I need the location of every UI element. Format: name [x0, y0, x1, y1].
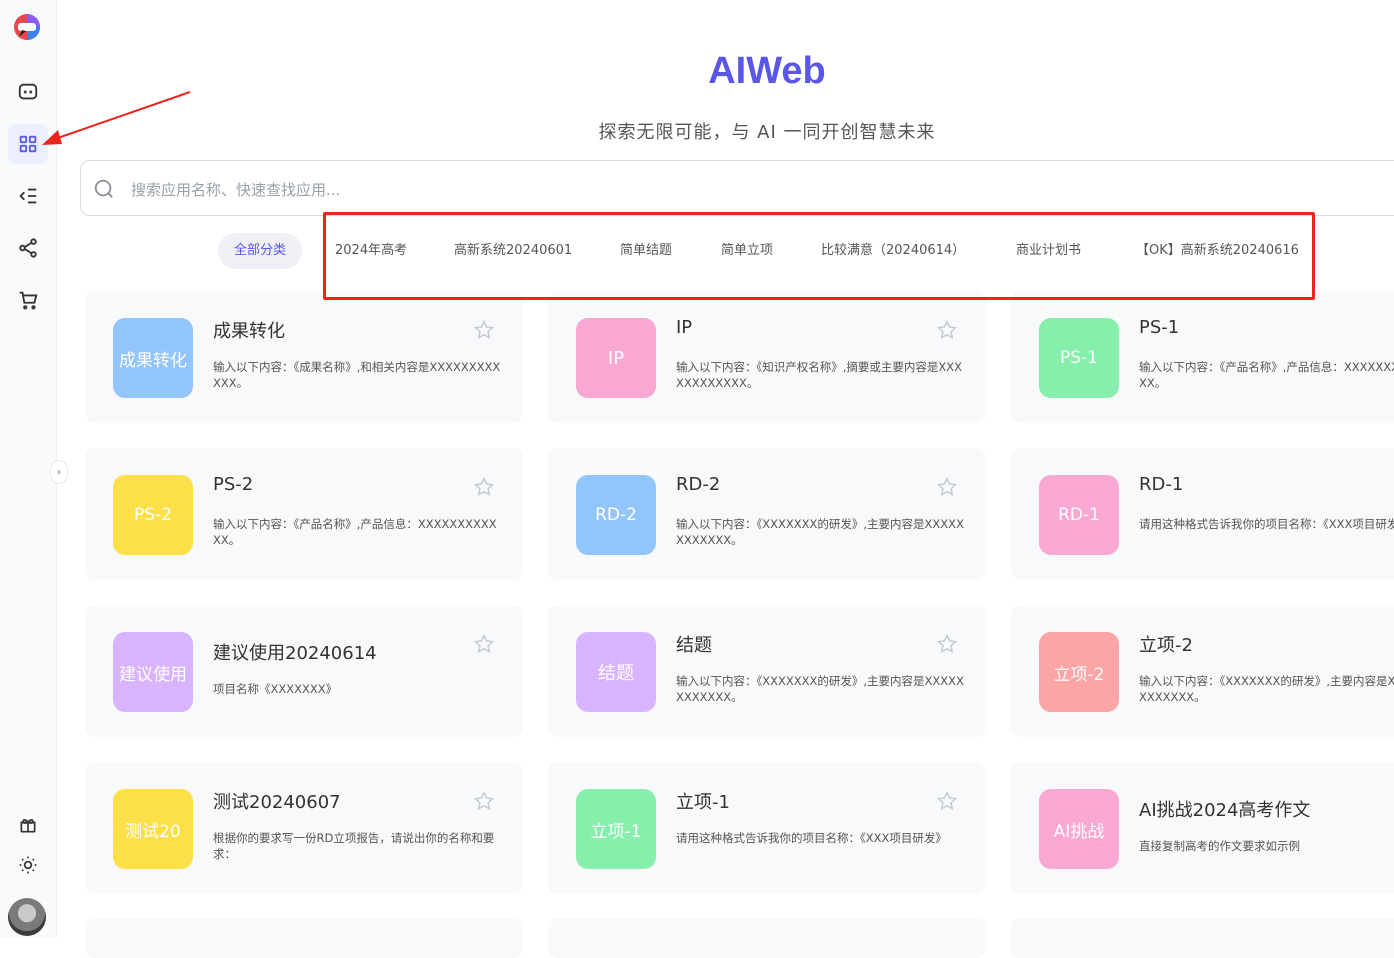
- app-name: 测试20240607: [213, 792, 341, 813]
- app-card[interactable]: [1011, 918, 1394, 958]
- app-name: IP: [676, 317, 693, 338]
- app-badge: 建议使用: [113, 632, 193, 712]
- favorite-star-icon[interactable]: [473, 319, 495, 341]
- tab-satisfied-20240614[interactable]: 比较满意（20240614）: [821, 233, 965, 269]
- tab-all[interactable]: 全部分类: [218, 233, 303, 269]
- tab-simple-project[interactable]: 简单立项: [721, 233, 773, 269]
- gift-button[interactable]: [8, 805, 48, 845]
- app-card[interactable]: 测试20 测试20240607 根据你的要求写一份RD立项报告，请说出你的名称和要求…: [85, 762, 523, 894]
- app-description: 输入以下内容：《XXXXXXX的研发》,主要内容是XXXXXXXXXXXX。: [676, 517, 964, 547]
- app-badge: 成果转化: [113, 318, 193, 398]
- app-name: AI挑战2024高考作文: [1139, 800, 1311, 821]
- favorite-star-icon[interactable]: [473, 790, 495, 812]
- app-logo[interactable]: [12, 12, 42, 42]
- page-title: AIWeb: [708, 50, 826, 92]
- search-bar: [80, 160, 1394, 216]
- app-name: PS-1: [1139, 317, 1180, 338]
- app-description: 输入以下内容：《产品名称》,产品信息：XXXXXXXXXXXX。: [213, 517, 497, 547]
- app-name: 立项-1: [676, 792, 730, 813]
- favorite-star-icon[interactable]: [936, 633, 958, 655]
- tab-simple-closing[interactable]: 简单结题: [620, 233, 672, 269]
- search-input[interactable]: [129, 175, 1033, 205]
- favorite-star-icon[interactable]: [473, 476, 495, 498]
- app-badge: IP: [576, 318, 656, 398]
- cart-nav-button[interactable]: [8, 280, 48, 320]
- app-description: 输入以下内容：《产品名称》,产品信息：XXXXXXXXXXXX。: [1139, 360, 1394, 390]
- app-name: 成果转化: [213, 321, 285, 342]
- app-card[interactable]: 建议使用 建议使用20240614 项目名称《XXXXXXX》: [85, 605, 523, 737]
- app-name: 建议使用20240614: [213, 643, 377, 664]
- page-subtitle: 探索无限可能，与 AI 一同开创智慧未来: [598, 122, 936, 143]
- app-badge: PS-1: [1039, 318, 1119, 398]
- tab-gaoxin-20240601[interactable]: 高新系统20240601: [454, 233, 572, 269]
- app-card[interactable]: [85, 918, 523, 958]
- sidebar-collapse-toggle[interactable]: ›: [50, 460, 68, 484]
- app-card[interactable]: 立项-1 立项-1 请用这种格式告诉我你的项目名称：《XXX项目研发》: [548, 762, 986, 894]
- tab-ok-gaoxin-20240616[interactable]: 【OK】高新系统20240616: [1136, 233, 1299, 269]
- favorite-star-icon[interactable]: [473, 633, 495, 655]
- app-badge: PS-2: [113, 475, 193, 555]
- app-badge: 结题: [576, 632, 656, 712]
- app-card[interactable]: AI挑战 AI挑战2024高考作文直接复制高考的作文要求如示例: [1011, 762, 1394, 894]
- user-avatar[interactable]: [8, 898, 46, 936]
- search-icon: [94, 179, 113, 198]
- app-name: 立项-2: [1139, 635, 1193, 656]
- app-badge: 测试20: [113, 789, 193, 869]
- app-card[interactable]: 结题 结题 输入以下内容：《XXXXXXX的研发》,主要内容是XXXXXXXXXXX…: [548, 605, 986, 737]
- app-card[interactable]: 立项-2 立项-2 输入以下内容：《XXXXXXX的研发》,主要内容是X XXXXXX…: [1011, 605, 1394, 737]
- share-icon: [19, 238, 37, 258]
- app-description: 输入以下内容：《XXXXXXX的研发》,主要内容是XXXXXXXXXXXX。: [1139, 674, 1394, 704]
- chevron-right-icon: ›: [57, 466, 61, 478]
- app-description: 输入以下内容：《知识产权名称》,摘要或主要内容是XXXXXXXXXXXX。: [676, 360, 963, 390]
- app-card[interactable]: PS-2 PS-2 输入以下内容：《产品名称》,产品信息：XXXXXXXXXXXX。: [85, 448, 523, 580]
- app-description: 输入以下内容：《XXXXXXX的研发》,主要内容是XXXXXXXXXXXX。: [676, 674, 964, 704]
- sun-icon: [19, 856, 37, 874]
- app-description: 直接复制高考的作文要求如示例: [1139, 839, 1300, 853]
- app-description: 输入以下内容：《成果名称》,和相关内容是XXXXXXXXXXXX。: [213, 360, 501, 390]
- app-card[interactable]: 成果转化 成果转化 输入以下内容：《成果名称》,和相关内容是XXXXXXXXXXXX…: [85, 291, 523, 423]
- app-name: 结题: [676, 635, 712, 656]
- app-name: RD-1: [1139, 474, 1184, 495]
- app-badge: RD-1: [1039, 475, 1119, 555]
- app-description: 项目名称《XXXXXXX》: [213, 682, 338, 696]
- favorite-star-icon[interactable]: [936, 319, 958, 341]
- theme-toggle-button[interactable]: [8, 845, 48, 885]
- gift-icon: [20, 819, 36, 833]
- app-description: 请用这种格式告诉我你的项目名称：《XXX项目研发》: [676, 831, 947, 845]
- app-name: PS-2: [213, 474, 254, 495]
- cart-icon: [19, 291, 38, 310]
- app-card[interactable]: [548, 918, 986, 958]
- app-card[interactable]: RD-2 RD-2 输入以下内容：《XXXXXXX的研发》,主要内容是XXXXXXX…: [548, 448, 986, 580]
- app-badge: 立项-1: [576, 789, 656, 869]
- app-name: RD-2: [676, 474, 721, 495]
- tab-business-plan[interactable]: 商业计划书: [1016, 233, 1081, 269]
- app-badge: AI挑战: [1039, 789, 1119, 869]
- app-card[interactable]: RD-1 RD-1 请用这种格式告诉我你的项目名称：《XXX项目研发》: [1011, 448, 1394, 580]
- share-nav-button[interactable]: [8, 228, 48, 268]
- favorite-star-icon[interactable]: [936, 476, 958, 498]
- tab-2024-gaokao[interactable]: 2024年高考: [335, 233, 407, 269]
- list-nav-button[interactable]: [8, 176, 48, 216]
- app-badge: 立项-2: [1039, 632, 1119, 712]
- app-badge: RD-2: [576, 475, 656, 555]
- app-description: 请用这种格式告诉我你的项目名称：《XXX项目研发》: [1139, 517, 1394, 531]
- list-indent-icon: [19, 188, 37, 204]
- app-description: 根据你的要求写一份RD立项报告，请说出你的名称和要求：: [213, 831, 495, 861]
- app-card[interactable]: PS-1 PS-1 输入以下内容：《产品名称》,产品信息：XXXXXXXXXXXX。: [1011, 291, 1394, 423]
- favorite-star-icon[interactable]: [936, 790, 958, 812]
- app-card[interactable]: IP IP 输入以下内容：《知识产权名称》,摘要或主要内容是XXXXXXXXXXXX…: [548, 291, 986, 423]
